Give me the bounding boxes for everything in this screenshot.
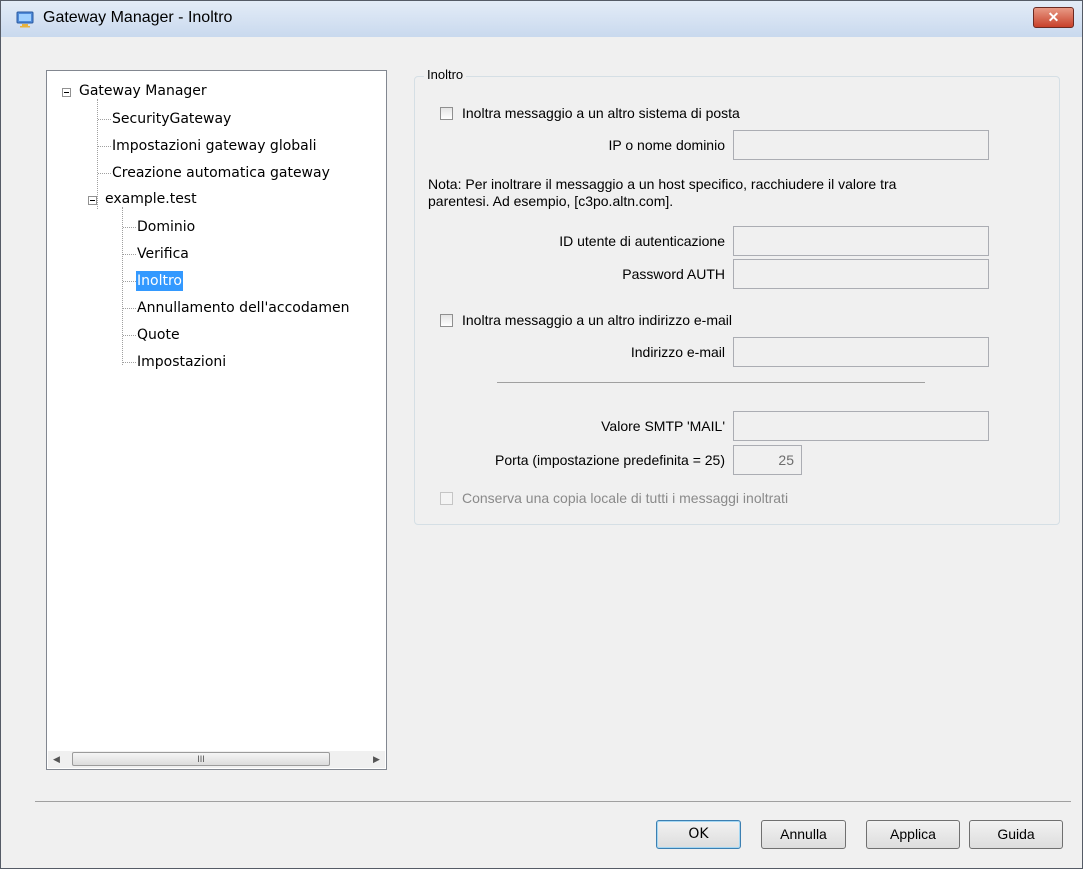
tree-connector bbox=[123, 308, 136, 309]
ip-domain-label: IP o nome dominio bbox=[608, 137, 725, 153]
tree-connector bbox=[123, 254, 136, 255]
collapse-icon[interactable] bbox=[88, 196, 97, 205]
collapse-icon[interactable] bbox=[62, 88, 71, 97]
scroll-left-arrow-icon[interactable]: ◀ bbox=[48, 751, 65, 768]
auth-user-label: ID utente di autenticazione bbox=[559, 233, 725, 249]
tree-item-global-gateway-settings[interactable]: Impostazioni gateway globali bbox=[112, 136, 317, 156]
forward-email-label[interactable]: Inoltra messaggio a un altro indirizzo e… bbox=[462, 312, 732, 328]
title-bar[interactable]: Gateway Manager - Inoltro ✕ bbox=[1, 1, 1082, 37]
port-label: Porta (impostazione predefinita = 25) bbox=[495, 452, 725, 468]
tree-connector bbox=[98, 173, 111, 174]
horizontal-scrollbar[interactable]: ◀ III ▶ bbox=[48, 751, 385, 768]
tree-item-example-test[interactable]: example.test bbox=[105, 189, 197, 209]
tree-connector bbox=[123, 281, 136, 282]
auth-password-label: Password AUTH bbox=[622, 266, 725, 282]
tree-item-annullamento[interactable]: Annullamento dell'accodamen bbox=[137, 298, 349, 318]
note-line-2: parentesi. Ad esempio, [c3po.altn.com]. bbox=[428, 193, 674, 209]
tree-item-dominio[interactable]: Dominio bbox=[137, 217, 195, 237]
close-icon: ✕ bbox=[1047, 9, 1060, 25]
tree-item-verifica[interactable]: Verifica bbox=[137, 244, 189, 264]
auth-user-input[interactable] bbox=[733, 226, 989, 256]
tree-item-automatic-gateway-creation[interactable]: Creazione automatica gateway bbox=[112, 163, 330, 183]
tree-connector bbox=[98, 146, 111, 147]
close-button[interactable]: ✕ bbox=[1033, 7, 1074, 28]
email-address-label: Indirizzo e-mail bbox=[630, 344, 725, 360]
help-button[interactable]: Guida bbox=[969, 820, 1063, 849]
footer-separator bbox=[35, 801, 1071, 802]
smtp-mail-label: Valore SMTP 'MAIL' bbox=[601, 418, 725, 434]
settings-tree[interactable]: Gateway Manager SecurityGateway Impostaz… bbox=[46, 70, 387, 770]
email-address-input[interactable] bbox=[733, 337, 989, 367]
app-monitor-icon bbox=[16, 11, 34, 28]
tree-connector bbox=[123, 335, 136, 336]
section-separator bbox=[497, 382, 925, 383]
apply-button[interactable]: Applica bbox=[866, 820, 960, 849]
tree-item-gateway-manager[interactable]: Gateway Manager bbox=[79, 81, 207, 101]
tree-connector bbox=[123, 227, 136, 228]
tree-connector bbox=[123, 362, 136, 363]
forward-mail-system-checkbox[interactable] bbox=[440, 107, 453, 120]
tree-connector bbox=[98, 119, 111, 120]
forward-email-checkbox[interactable] bbox=[440, 314, 453, 327]
tree-item-impostazioni[interactable]: Impostazioni bbox=[137, 352, 226, 372]
group-title: Inoltro bbox=[424, 67, 467, 82]
window-title: Gateway Manager - Inoltro bbox=[43, 9, 233, 26]
ip-domain-input[interactable] bbox=[733, 130, 989, 160]
tree-connector bbox=[122, 207, 123, 365]
forward-mail-system-label[interactable]: Inoltra messaggio a un altro sistema di … bbox=[462, 105, 740, 121]
tree-connector bbox=[97, 99, 98, 209]
ok-button[interactable]: OK bbox=[656, 820, 741, 849]
tree-item-quote[interactable]: Quote bbox=[137, 325, 180, 345]
cancel-button[interactable]: Annulla bbox=[761, 820, 846, 849]
scroll-right-arrow-icon[interactable]: ▶ bbox=[368, 751, 385, 768]
port-input[interactable]: 25 bbox=[733, 445, 802, 475]
scrollbar-thumb[interactable]: III bbox=[72, 752, 330, 766]
note-line-1: Nota: Per inoltrare il messaggio a un ho… bbox=[428, 176, 897, 192]
keep-copy-label[interactable]: Conserva una copia locale di tutti i mes… bbox=[462, 490, 788, 506]
auth-password-input[interactable] bbox=[733, 259, 989, 289]
tree-item-securitygateway[interactable]: SecurityGateway bbox=[112, 109, 231, 129]
smtp-mail-input[interactable] bbox=[733, 411, 989, 441]
keep-copy-checkbox[interactable] bbox=[440, 492, 453, 505]
tree-item-inoltro[interactable]: Inoltro bbox=[136, 271, 183, 291]
